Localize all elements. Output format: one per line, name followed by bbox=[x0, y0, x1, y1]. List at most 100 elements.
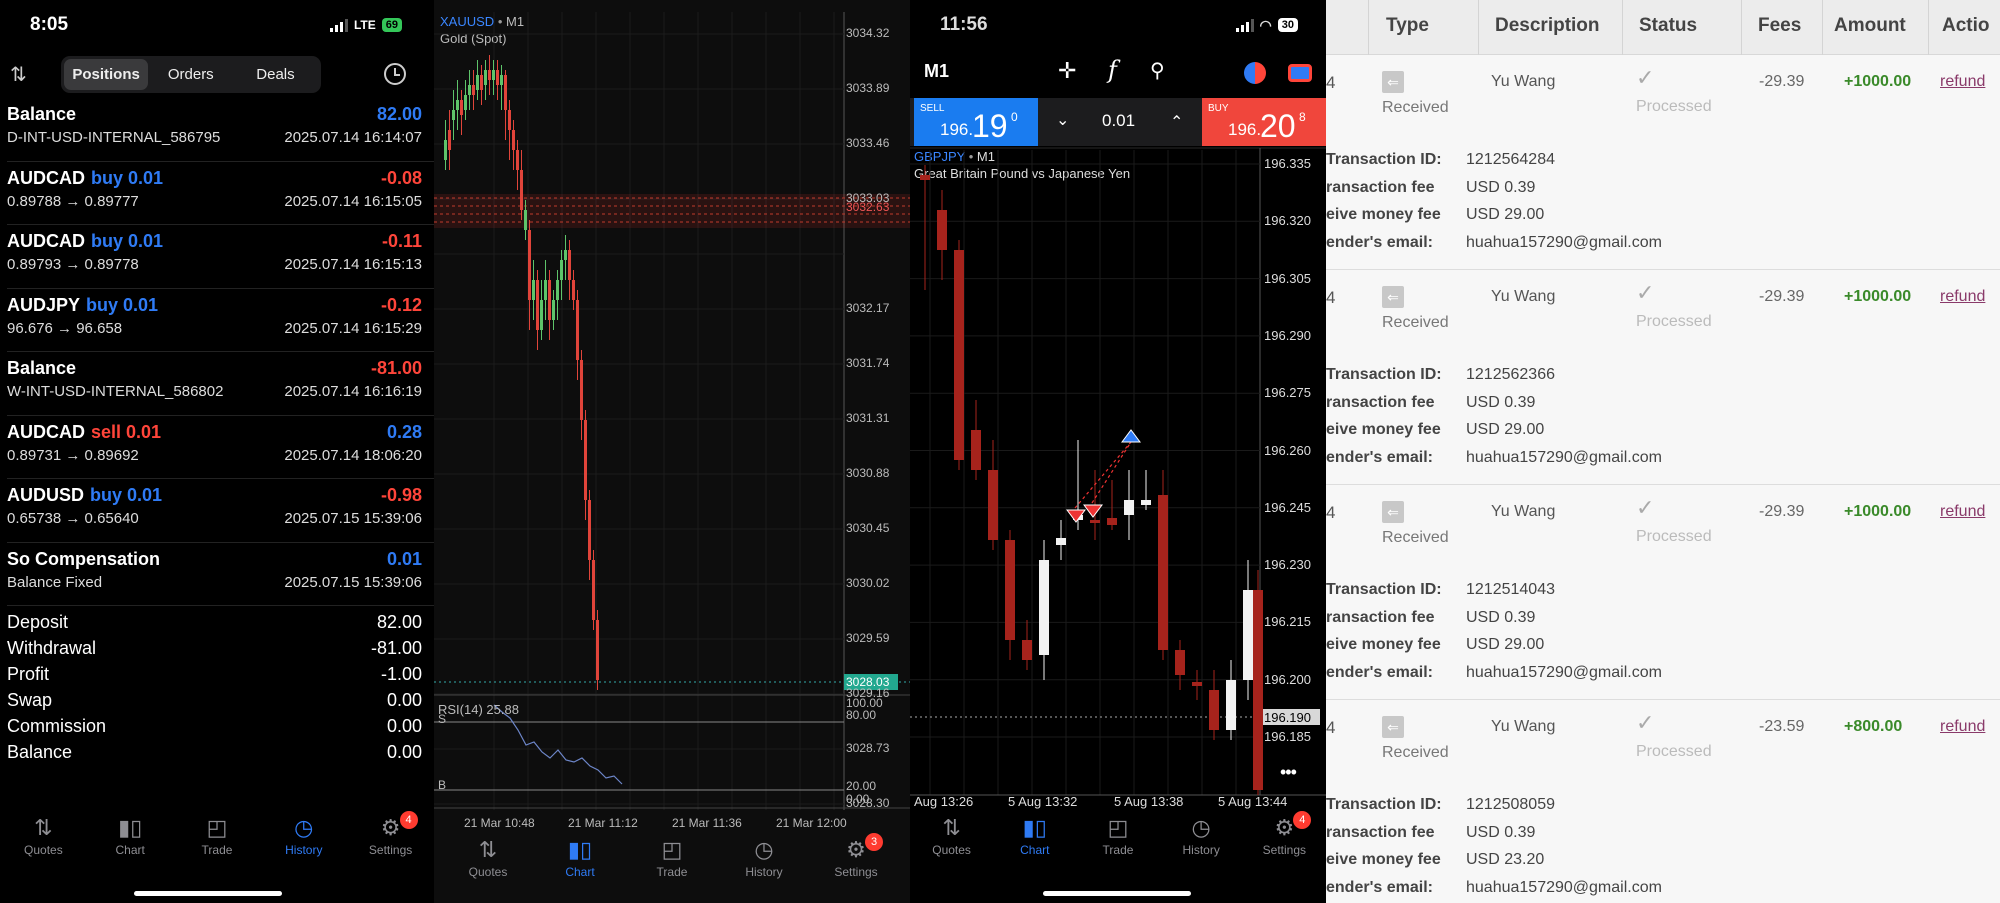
header-type[interactable]: Type bbox=[1386, 15, 1429, 37]
nav-history[interactable]: ◷ History bbox=[269, 815, 339, 857]
row-value: -0.11 bbox=[381, 231, 422, 251]
candle-body bbox=[476, 75, 479, 90]
tab-deals[interactable]: Deals bbox=[233, 59, 318, 90]
record-amount: +1000.00 bbox=[1844, 503, 1912, 520]
nav-label: Chart bbox=[565, 865, 595, 879]
tab-positions[interactable]: Positions bbox=[63, 58, 149, 90]
nav-settings[interactable]: ⚙ 3 Settings bbox=[821, 833, 891, 879]
candle-body bbox=[1192, 682, 1202, 686]
row-value: 0.01 bbox=[386, 548, 422, 569]
trade-icon: ◰ bbox=[661, 837, 683, 862]
candle-body bbox=[516, 150, 519, 170]
gbpjpy-chart[interactable] bbox=[910, 0, 1326, 815]
detail-email: huahua157290@gmail.com bbox=[1466, 233, 1662, 251]
row-date: 2025.07.14 16:15:13 bbox=[284, 256, 422, 273]
candle-body bbox=[548, 280, 551, 320]
row-symbol: AUDUSD bbox=[7, 485, 85, 505]
nav-chart[interactable]: ▮▯ Chart bbox=[95, 815, 165, 857]
history-row[interactable]: AUDJPY buy 0.01 -0.12 96.676 → 96.658 2025.0… bbox=[0, 289, 434, 352]
detail-label: ransaction fee bbox=[1326, 823, 1435, 841]
record-type: Received bbox=[1382, 529, 1449, 546]
rsi-s-label: S bbox=[438, 712, 447, 726]
header-amount[interactable]: Amount bbox=[1834, 15, 1906, 37]
header-fees[interactable]: Fees bbox=[1758, 15, 1801, 37]
candle-body bbox=[468, 85, 471, 95]
rsi-tick: 0.00 bbox=[846, 792, 870, 806]
price-tick: 3033.89 bbox=[846, 81, 890, 95]
history-row[interactable]: AUDUSD buy 0.01 -0.98 0.65738 → 0.65640 2025… bbox=[0, 479, 434, 543]
nav-settings[interactable]: ⚙ 4 Settings bbox=[356, 811, 426, 857]
candle-body bbox=[568, 250, 571, 280]
history-row[interactable]: AUDCAD buy 0.01 -0.11 0.89793 → 0.89778 2025… bbox=[0, 225, 434, 289]
quotes-icon: ⇅ bbox=[34, 815, 53, 840]
price-tick: 196.185 bbox=[1264, 729, 1311, 744]
history-list: Balance 82.00 D-INT-USD-INTERNAL_586795 202… bbox=[0, 98, 434, 606]
detail-label: eive money fee bbox=[1326, 636, 1441, 653]
price-tick: 3028.73 bbox=[846, 741, 890, 755]
quotes-icon: ⇅ bbox=[942, 815, 961, 840]
history-row[interactable]: AUDCAD sell 0.01 0.28 0.89731 → 0.89692 2025… bbox=[0, 416, 434, 479]
candle-body bbox=[464, 95, 467, 110]
history-row[interactable]: Balance 82.00 D-INT-USD-INTERNAL_586795 202… bbox=[0, 98, 434, 162]
price-tick: 196.200 bbox=[1264, 671, 1311, 687]
rsi-label: RSI(14) 25.88 bbox=[438, 702, 519, 717]
record-fees: -29.39 bbox=[1759, 288, 1805, 305]
received-icon: ⇐ bbox=[1382, 716, 1404, 738]
nav-history[interactable]: ◷ History bbox=[729, 837, 799, 879]
detail-label: eive money fee bbox=[1326, 206, 1441, 223]
nav-label: Settings bbox=[834, 865, 878, 879]
refund-link[interactable]: refund bbox=[1940, 288, 1985, 306]
header-status[interactable]: Status bbox=[1639, 15, 1697, 37]
record-type: Received bbox=[1382, 314, 1449, 331]
record-type: Received bbox=[1382, 744, 1449, 761]
record-status: Processed bbox=[1636, 98, 1712, 115]
price-tick: 3029.59 bbox=[846, 631, 890, 645]
detail-email: huahua157290@gmail.com bbox=[1466, 448, 1662, 466]
nav-chart[interactable]: ▮▯ Chart bbox=[545, 837, 615, 879]
row-value: 82.00 bbox=[376, 104, 422, 124]
settings-badge: 4 bbox=[399, 811, 418, 829]
chart-icon: ▮▯ bbox=[567, 837, 593, 862]
nav-history[interactable]: ◷ History bbox=[1166, 815, 1236, 857]
nav-trade[interactable]: ◰ Trade bbox=[1083, 815, 1153, 857]
detail-rfee: USD 29.00 bbox=[1466, 421, 1545, 438]
nav-quotes[interactable]: ⇅ Quotes bbox=[8, 815, 78, 857]
nav-trade[interactable]: ◰ Trade bbox=[182, 815, 252, 857]
price-tick: 3030.45 bbox=[846, 521, 890, 535]
tab-orders[interactable]: Orders bbox=[148, 59, 233, 90]
detail-rfee: USD 29.00 bbox=[1466, 206, 1545, 223]
summary-row: Balance 0.00 bbox=[7, 742, 422, 768]
summary-row: Withdrawal -81.00 bbox=[7, 638, 422, 664]
price-tick: 196.335 bbox=[1264, 156, 1311, 171]
refund-link[interactable]: refund bbox=[1940, 503, 1985, 521]
chart-icon: ▮▯ bbox=[1022, 815, 1047, 840]
nav-chart[interactable]: ▮▯ Chart bbox=[1000, 815, 1070, 857]
header-action[interactable]: Actio bbox=[1942, 15, 1990, 37]
sort-icon[interactable]: ⇅ bbox=[10, 62, 27, 87]
refund-link[interactable]: refund bbox=[1940, 718, 1985, 736]
row-action: buy 0.01 bbox=[86, 294, 159, 315]
header-description[interactable]: Description bbox=[1495, 15, 1600, 37]
record-status: Processed bbox=[1636, 313, 1712, 330]
record-id-prefix: 4 bbox=[1326, 503, 1336, 522]
time-tick: 5 Aug 13:38 bbox=[1114, 794, 1184, 809]
nav-settings[interactable]: ⚙ 4 Settings bbox=[1249, 811, 1319, 857]
xauusd-chart[interactable] bbox=[434, 0, 910, 815]
nav-trade[interactable]: ◰ Trade bbox=[637, 837, 707, 879]
record-fees: -29.39 bbox=[1759, 503, 1805, 520]
gbpjpy-chart-screen: 11:56 ◠ 30 M1 ✛ f ⚲ SELL 196. 19 0 ⌄ 0.0… bbox=[910, 0, 1326, 903]
candle-body bbox=[588, 500, 591, 560]
history-row[interactable]: AUDCAD buy 0.01 -0.08 0.89788 → 0.89777 2025… bbox=[0, 162, 434, 225]
nav-quotes[interactable]: ⇅ Quotes bbox=[453, 837, 523, 879]
clock-icon[interactable] bbox=[384, 63, 406, 85]
history-row[interactable]: So Compensation 0.01 Balance Fixed 2025.07.… bbox=[0, 543, 434, 606]
nav-quotes[interactable]: ⇅ Quotes bbox=[917, 815, 987, 857]
nav-label: Settings bbox=[368, 843, 413, 857]
refund-link[interactable]: refund bbox=[1940, 73, 1985, 91]
more-icon[interactable]: ••• bbox=[1280, 762, 1297, 783]
candle-body bbox=[1056, 538, 1066, 545]
row-date: 2025.07.14 16:15:29 bbox=[284, 319, 422, 337]
history-row[interactable]: Balance -81.00 W-INT-USD-INTERNAL_586802 20… bbox=[0, 352, 434, 416]
history-icon: ◷ bbox=[754, 837, 774, 862]
candle-body bbox=[1243, 590, 1253, 680]
